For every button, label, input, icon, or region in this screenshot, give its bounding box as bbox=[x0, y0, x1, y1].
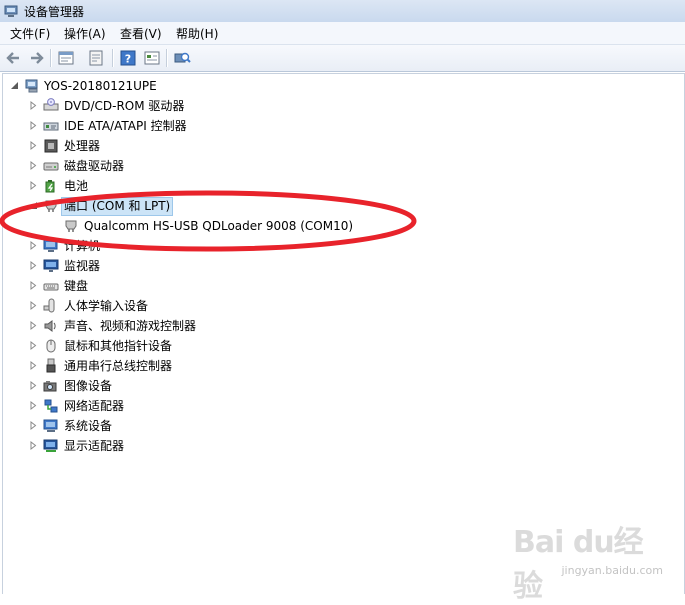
tree-collapsed-arrow-icon[interactable] bbox=[29, 416, 39, 436]
network-icon bbox=[43, 398, 59, 414]
scan-hardware-icon[interactable] bbox=[172, 48, 192, 68]
computer-root-icon bbox=[25, 78, 41, 94]
computer-icon bbox=[43, 238, 59, 254]
tree-collapsed-arrow-icon[interactable] bbox=[29, 236, 39, 256]
menu-bar: 文件(F) 操作(A) 查看(V) 帮助(H) bbox=[0, 22, 685, 45]
system-device-icon bbox=[43, 418, 59, 434]
baidu-watermark: Bai du经验 jingyan.baidu.com bbox=[513, 517, 663, 604]
tree-item-label: 计算机 bbox=[64, 239, 101, 253]
tree-item-label: Qualcomm HS-USB QDLoader 9008 (COM10) bbox=[84, 219, 354, 233]
tree-item-label: 端口 (COM 和 LPT) bbox=[61, 197, 174, 216]
tree-category-16[interactable]: 显示适配器 bbox=[3, 436, 663, 456]
tree-collapsed-arrow-icon[interactable] bbox=[29, 316, 39, 336]
display-adapter-icon bbox=[43, 438, 59, 454]
tree-category-9[interactable]: 人体学输入设备 bbox=[3, 296, 663, 316]
tree-item-label: 通用串行总线控制器 bbox=[64, 359, 173, 373]
tree-item-label: 处理器 bbox=[64, 139, 101, 153]
tree-category-10[interactable]: 声音、视频和游戏控制器 bbox=[3, 316, 663, 336]
forward-arrow-icon[interactable] bbox=[26, 48, 46, 68]
tree-category-15[interactable]: 系统设备 bbox=[3, 416, 663, 436]
tree-category-1[interactable]: IDE ATA/ATAPI 控制器 bbox=[3, 116, 663, 136]
port-icon bbox=[43, 198, 59, 214]
usb-icon bbox=[43, 358, 59, 374]
tree-category-7[interactable]: 监视器 bbox=[3, 256, 663, 276]
hid-icon bbox=[43, 298, 59, 314]
tree-collapsed-arrow-icon[interactable] bbox=[29, 176, 39, 196]
tree-item-label: 监视器 bbox=[64, 259, 101, 273]
tree-expanded-arrow-icon[interactable] bbox=[29, 196, 39, 216]
menu-file[interactable]: 文件(F) bbox=[8, 25, 52, 42]
tree-item-label: IDE ATA/ATAPI 控制器 bbox=[64, 119, 187, 133]
toolbar-separator bbox=[166, 49, 168, 67]
tree-root-computer[interactable]: YOS-20180121UPE bbox=[3, 76, 663, 96]
device-tree: YOS-20180121UPE DVD/CD-ROM 驱动器 IDE ATA/ATA… bbox=[2, 73, 685, 594]
tree-item-label: 系统设备 bbox=[64, 419, 113, 433]
tree-collapsed-arrow-icon[interactable] bbox=[29, 356, 39, 376]
processor-icon bbox=[43, 138, 59, 154]
tree-category-14[interactable]: 网络适配器 bbox=[3, 396, 663, 416]
tree-item-label: 磁盘驱动器 bbox=[64, 159, 125, 173]
monitor-icon bbox=[43, 258, 59, 274]
toolbar-separator bbox=[112, 49, 114, 67]
update-driver-icon[interactable] bbox=[86, 48, 106, 68]
tree-category-12[interactable]: 通用串行总线控制器 bbox=[3, 356, 663, 376]
tree-category-6[interactable]: 计算机 bbox=[3, 236, 663, 256]
device-manager-icon bbox=[4, 3, 20, 19]
keyboard-icon bbox=[43, 278, 59, 294]
tree-category-11[interactable]: 鼠标和其他指针设备 bbox=[3, 336, 663, 356]
watermark-logo: Bai du经验 bbox=[513, 525, 644, 604]
tree-category-13[interactable]: 图像设备 bbox=[3, 376, 663, 396]
title-bar: 设备管理器 bbox=[0, 0, 685, 23]
tree-category-8[interactable]: 键盘 bbox=[3, 276, 663, 296]
tree-collapsed-arrow-icon[interactable] bbox=[29, 296, 39, 316]
tree-item-label: YOS-20180121UPE bbox=[44, 79, 157, 93]
tree-item-label: 人体学输入设备 bbox=[64, 299, 149, 313]
camera-icon bbox=[43, 378, 59, 394]
tree-collapsed-arrow-icon[interactable] bbox=[29, 376, 39, 396]
menu-action[interactable]: 操作(A) bbox=[62, 25, 108, 42]
mouse-icon bbox=[43, 338, 59, 354]
tree-category-4[interactable]: 电池 bbox=[3, 176, 663, 196]
tree-collapsed-arrow-icon[interactable] bbox=[29, 96, 39, 116]
tree-collapsed-arrow-icon[interactable] bbox=[29, 116, 39, 136]
tree-item-label: 声音、视频和游戏控制器 bbox=[64, 319, 197, 333]
watermark-url: jingyan.baidu.com bbox=[561, 564, 663, 577]
sound-icon bbox=[43, 318, 59, 334]
window-title: 设备管理器 bbox=[24, 5, 85, 19]
tree-collapsed-arrow-icon[interactable] bbox=[29, 436, 39, 456]
tree-item-label: 鼠标和其他指针设备 bbox=[64, 339, 173, 353]
tree-item-label: 电池 bbox=[64, 179, 89, 193]
show-hidden-icon[interactable] bbox=[142, 48, 162, 68]
tree-item-label: 图像设备 bbox=[64, 379, 113, 393]
toolbar-separator bbox=[50, 49, 52, 67]
help-icon[interactable]: ? bbox=[118, 48, 138, 68]
tree-collapsed-arrow-icon[interactable] bbox=[29, 156, 39, 176]
tree-item-label: 键盘 bbox=[64, 279, 89, 293]
menu-view[interactable]: 查看(V) bbox=[118, 25, 164, 42]
tree-category-2[interactable]: 处理器 bbox=[3, 136, 663, 156]
menu-help[interactable]: 帮助(H) bbox=[174, 25, 220, 42]
ide-controller-icon bbox=[43, 118, 59, 134]
tree-item-label: DVD/CD-ROM 驱动器 bbox=[64, 99, 185, 113]
disk-drive-icon bbox=[43, 158, 59, 174]
battery-icon bbox=[43, 178, 59, 194]
tree-collapsed-arrow-icon[interactable] bbox=[29, 396, 39, 416]
tree-category-0[interactable]: DVD/CD-ROM 驱动器 bbox=[3, 96, 663, 116]
tree-collapsed-arrow-icon[interactable] bbox=[29, 256, 39, 276]
tree-collapsed-arrow-icon[interactable] bbox=[29, 136, 39, 156]
tree-category-3[interactable]: 磁盘驱动器 bbox=[3, 156, 663, 176]
properties-icon[interactable] bbox=[56, 48, 76, 68]
back-arrow-icon[interactable] bbox=[4, 48, 24, 68]
tree-category-5[interactable]: 端口 (COM 和 LPT) bbox=[3, 196, 663, 216]
toolbar: ? bbox=[0, 45, 685, 72]
tree-item-label: 网络适配器 bbox=[64, 399, 125, 413]
tree-expanded-arrow-icon[interactable] bbox=[10, 76, 20, 96]
port-device-icon bbox=[63, 218, 79, 234]
tree-device-5-0[interactable]: Qualcomm HS-USB QDLoader 9008 (COM10) bbox=[3, 216, 663, 236]
dvd-drive-icon bbox=[43, 98, 59, 114]
tree-collapsed-arrow-icon[interactable] bbox=[29, 276, 39, 296]
tree-item-label: 显示适配器 bbox=[64, 439, 125, 453]
tree-collapsed-arrow-icon[interactable] bbox=[29, 336, 39, 356]
svg-text:?: ? bbox=[125, 53, 131, 66]
